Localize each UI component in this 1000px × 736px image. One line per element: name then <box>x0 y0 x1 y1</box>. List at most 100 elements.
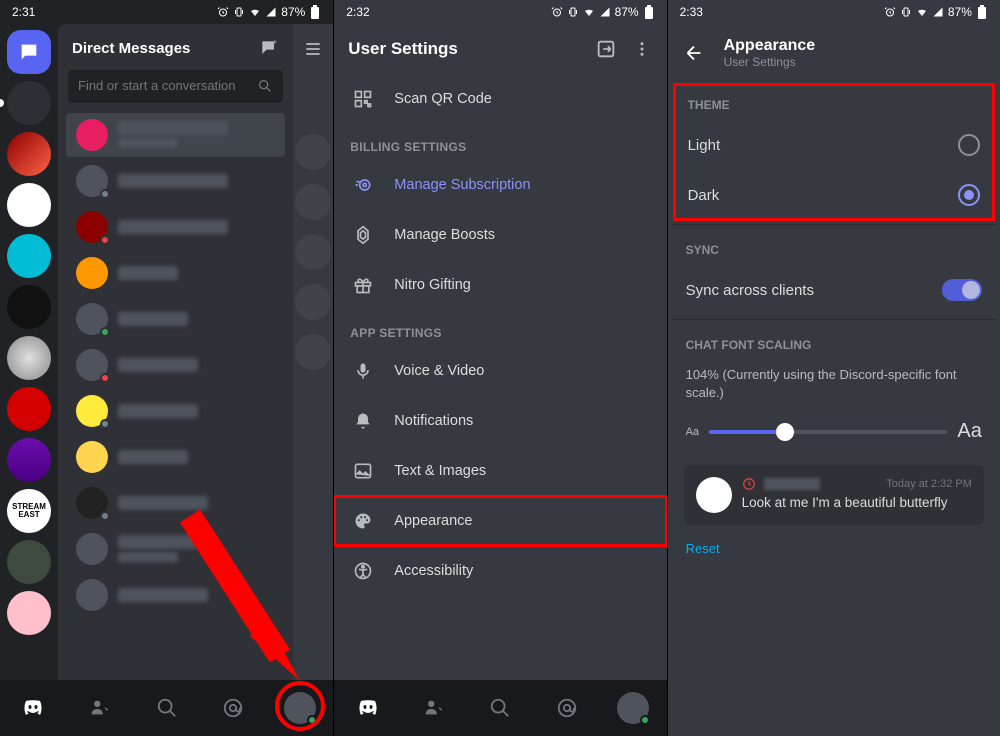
nav-friends-icon[interactable] <box>80 688 120 728</box>
vibrate-icon <box>900 6 912 18</box>
battery-percent: 87% <box>948 5 972 19</box>
server-avatar[interactable] <box>7 132 51 176</box>
section-theme-label: THEME <box>674 84 994 120</box>
member-avatar[interactable] <box>295 234 331 270</box>
qr-icon <box>352 88 374 110</box>
status-time: 2:31 <box>12 5 35 19</box>
settings-item-manage-boosts[interactable]: Manage Boosts <box>334 210 666 260</box>
settings-item-nitro-gifting[interactable]: Nitro Gifting <box>334 260 666 310</box>
svg-text:+: + <box>273 38 278 47</box>
settings-item-scan-qr[interactable]: Scan QR Code <box>334 74 666 124</box>
page-title: Appearance <box>724 37 816 55</box>
reset-link[interactable]: Reset <box>672 533 734 564</box>
nav-discord-icon[interactable] <box>348 688 388 728</box>
nav-search-icon[interactable] <box>147 688 187 728</box>
nav-discord-icon[interactable] <box>13 688 53 728</box>
settings-header: User Settings <box>334 24 666 74</box>
server-avatar[interactable] <box>7 438 51 482</box>
boost-icon <box>352 224 374 246</box>
account-switch-icon[interactable] <box>595 38 617 60</box>
settings-item-text-images[interactable]: Text & Images <box>334 446 666 496</box>
dm-item[interactable] <box>66 113 285 157</box>
server-avatar[interactable] <box>7 81 51 125</box>
settings-title: User Settings <box>344 39 584 59</box>
overflow-icon[interactable] <box>627 40 657 58</box>
aa-large-label: Aa <box>957 420 981 443</box>
dm-item[interactable] <box>66 159 285 203</box>
dm-item[interactable] <box>66 205 285 249</box>
dm-item[interactable] <box>66 435 285 479</box>
server-avatar[interactable] <box>7 540 51 584</box>
server-avatar[interactable] <box>7 183 51 227</box>
vibrate-icon <box>233 6 245 18</box>
server-avatar[interactable]: STREAMEAST <box>7 489 51 533</box>
server-avatar[interactable] <box>7 336 51 380</box>
toggle-on-icon[interactable] <box>942 279 982 301</box>
signal-icon <box>599 6 611 18</box>
settings-item-label: Text & Images <box>394 463 486 479</box>
settings-item-manage-subscription[interactable]: Manage Subscription <box>334 160 666 210</box>
font-scale-slider[interactable] <box>709 430 947 434</box>
member-avatar[interactable] <box>295 184 331 220</box>
battery-icon <box>643 6 655 18</box>
wifi-icon <box>249 6 261 18</box>
font-slider-row: Aa Aa <box>672 416 996 447</box>
nav-friends-icon[interactable] <box>414 688 454 728</box>
settings-list: Scan QR Code BILLING SETTINGS Manage Sub… <box>334 74 666 596</box>
dm-item[interactable] <box>66 389 285 433</box>
settings-item-label: Manage Subscription <box>394 177 530 193</box>
settings-item-label: Notifications <box>394 413 473 429</box>
theme-option-light[interactable]: Light <box>674 120 994 170</box>
settings-item-notifications[interactable]: Notifications <box>334 396 666 446</box>
settings-item-label: Manage Boosts <box>394 227 495 243</box>
screen-appearance: 2:33 87% Appearance User Settings THEME <box>667 0 1000 736</box>
status-bar: 2:31 87% <box>0 0 333 24</box>
chat-preview: Today at 2:32 PM Look at me I'm a beauti… <box>684 465 984 525</box>
preview-username <box>764 478 820 490</box>
page-subtitle: User Settings <box>724 55 816 69</box>
theme-label: Light <box>688 137 721 154</box>
nav-mentions-icon[interactable] <box>547 688 587 728</box>
settings-item-accessibility[interactable]: Accessibility <box>334 546 666 596</box>
nitro-icon <box>352 174 374 196</box>
hamburger-icon[interactable] <box>293 24 333 74</box>
screen-user-settings: 2:32 87% User Settings Scan QR Code BILL… <box>333 0 666 736</box>
dm-home-button[interactable] <box>7 30 51 74</box>
mic-icon <box>352 360 374 382</box>
dm-item[interactable] <box>66 251 285 295</box>
nav-profile-button[interactable] <box>613 688 653 728</box>
dm-item[interactable] <box>66 297 285 341</box>
status-time: 2:32 <box>346 5 369 19</box>
nav-mentions-icon[interactable] <box>213 688 253 728</box>
alarm-icon <box>884 6 896 18</box>
battery-icon <box>976 6 988 18</box>
theme-option-dark[interactable]: Dark <box>674 170 994 220</box>
battery-icon <box>309 6 321 18</box>
back-button[interactable] <box>672 31 716 75</box>
annotation-arrow <box>170 506 310 686</box>
dm-search[interactable]: Find or start a conversation <box>68 70 283 103</box>
font-scale-description: 104% (Currently using the Discord-specif… <box>672 360 996 416</box>
member-avatar[interactable] <box>295 134 331 170</box>
member-avatar[interactable] <box>295 334 331 370</box>
settings-item-label: Voice & Video <box>394 363 484 379</box>
clock-icon <box>742 477 756 491</box>
nav-search-icon[interactable] <box>480 688 520 728</box>
status-icons: 87% <box>217 5 321 19</box>
server-avatar[interactable] <box>7 591 51 635</box>
search-icon <box>257 78 273 94</box>
settings-item-appearance[interactable]: Appearance <box>334 496 666 546</box>
server-avatar[interactable] <box>7 387 51 431</box>
dm-title: Direct Messages <box>72 40 190 57</box>
gift-icon <box>352 274 374 296</box>
dm-item[interactable] <box>66 343 285 387</box>
settings-item-voice-video[interactable]: Voice & Video <box>334 346 666 396</box>
server-avatar[interactable] <box>7 285 51 329</box>
image-icon <box>352 460 374 482</box>
member-avatar[interactable] <box>295 284 331 320</box>
battery-percent: 87% <box>615 5 639 19</box>
bottom-nav <box>334 680 666 736</box>
new-dm-icon[interactable]: + <box>259 38 279 58</box>
server-avatar[interactable] <box>7 234 51 278</box>
sync-toggle-row[interactable]: Sync across clients <box>672 265 996 315</box>
